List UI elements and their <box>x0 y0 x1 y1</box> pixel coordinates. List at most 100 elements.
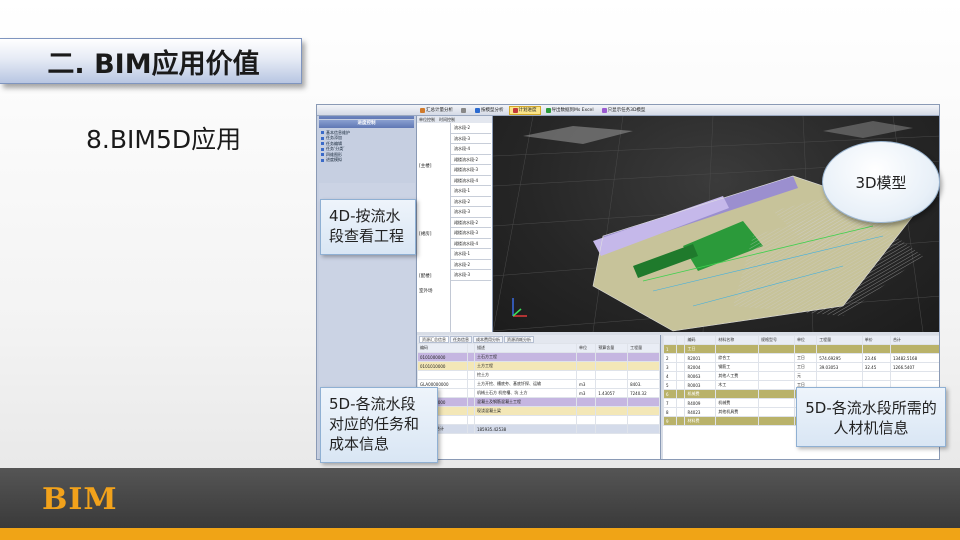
tree-row-flow-section[interactable]: 流水段-2 <box>451 260 491 270</box>
table-cell <box>675 398 686 408</box>
table-row[interactable]: GLA00000000 土方开挖、槽底夯、基底钎探、运输 m3 8403. <box>417 379 660 389</box>
table-cell: 现浇混凝土梁 <box>473 406 578 416</box>
column-header[interactable]: 单位 <box>793 335 818 345</box>
column-header[interactable]: 工程量 <box>816 335 863 345</box>
table-cell: 其他人工费 <box>715 371 759 381</box>
table-row[interactable]: 4 R0063 其他人工费 元 <box>663 371 939 381</box>
tab-task-info[interactable]: 任务信息 <box>450 336 472 343</box>
table-cell: R2001 <box>684 353 717 363</box>
callout-3d-model-text: 3D模型 <box>855 173 907 192</box>
resource-summary-panel: 资源汇总信息 任务信息 成本费用分析 资源消耗分析 编码 描述 单位 预算含量 工程量 … <box>417 335 661 459</box>
tree-row-flow-section[interactable]: 裙楼流水段-2 <box>451 218 491 228</box>
tree-row-flow-section[interactable]: 裙楼流水段-3 <box>451 165 491 176</box>
column-header[interactable]: 编码 <box>417 343 468 353</box>
column-header[interactable]: 单位 <box>575 343 597 353</box>
bim-logo: BIM <box>42 482 118 517</box>
table-cell: R4009 <box>684 398 717 408</box>
tree-row-flow-section[interactable]: 流水段-1 <box>451 249 491 260</box>
table-row[interactable]: 0101000000 土石方工程 <box>417 352 660 362</box>
column-header[interactable] <box>675 335 686 345</box>
column-header[interactable]: 规格型号 <box>758 335 795 345</box>
tree-body: 流水段-2 流水段-3 流水段-4 裙楼流水段-2 裙楼流水段-3 裙楼流水段-4 流水段-… <box>417 123 492 332</box>
table-row[interactable]: 0104000现浇混凝土梁 <box>417 406 660 416</box>
tree-row-flow-section[interactable]: 裙楼流水段-4 <box>451 239 491 249</box>
tree-row-flow-section[interactable]: 裙楼流水段-4 <box>451 176 491 186</box>
column-header[interactable]: 单价 <box>861 335 891 345</box>
table-row[interactable]: 0101010000 土方工程 <box>417 361 660 371</box>
table-row[interactable]: 任务原价合计185935.42538 <box>417 424 660 434</box>
table-cell <box>758 380 795 390</box>
toolbar-button[interactable] <box>458 106 470 115</box>
table-row[interactable] <box>417 415 660 425</box>
schedule-icon <box>512 107 518 113</box>
tab-cost-analysis[interactable]: 成本费用分析 <box>473 336 503 343</box>
tab-resource-consumption[interactable]: 资源消耗分析 <box>504 336 534 343</box>
table-row[interactable]: 3 R2004 钢筋工 工日 39.03053 32.45 1266.5407 <box>663 362 939 372</box>
table-cell: 7 <box>663 398 677 408</box>
tree-row-flow-section[interactable]: 流水段-1 <box>451 186 491 197</box>
table-cell: 综合工 <box>715 353 759 363</box>
tree-row-flow-section[interactable]: 流水段-4 <box>451 144 491 155</box>
column-header[interactable]: 描述 <box>473 343 578 353</box>
tree-row-flow-section[interactable]: 流水段-3 <box>451 207 491 218</box>
tab-time-control[interactable]: 时间控制 <box>439 117 455 123</box>
table-cell <box>758 344 795 354</box>
column-header[interactable]: 合计 <box>889 335 939 345</box>
tree-row-flow-section[interactable]: 流水段-3 <box>451 134 491 144</box>
table-cell <box>595 415 629 425</box>
table-cell: 机械费 <box>715 398 759 408</box>
callout-5d-task-cost: 5D-各流水段对应的任务和成本信息 <box>320 387 438 463</box>
table-row[interactable]: 2 R2001 综合工 工日 574.69295 23.46 13482.5168 <box>663 353 939 363</box>
tree-row-flow-section[interactable]: 流水段-3 <box>451 270 491 281</box>
resource-tabs: 资源汇总信息 任务信息 成本费用分析 资源消耗分析 <box>417 335 660 343</box>
table-cell <box>627 361 660 371</box>
table-cell: 4 <box>663 371 677 381</box>
table-cell <box>575 370 597 380</box>
flow-section-tree-panel: 单位控制 时间控制 流水段-2 流水段-3 流水段-4 裙楼流水段-2 裙楼流水段-3 裙… <box>417 116 493 332</box>
toolbar-button[interactable]: 汇总计量分析 <box>417 106 456 115</box>
task-icon <box>321 153 324 157</box>
table-cell: 土石方工程 <box>473 352 578 362</box>
table-cell: 574.69295 <box>816 353 863 363</box>
toolbar-button[interactable]: 只显示任务3D模型 <box>599 106 649 115</box>
axis-gizmo-icon <box>512 298 527 317</box>
toolbar-button[interactable]: 导出数据到Ms Excel <box>543 106 597 115</box>
tree-row-flow-section[interactable]: 流水段-2 <box>451 197 491 207</box>
tab-resource-summary[interactable]: 资源汇总信息 <box>419 336 449 343</box>
toolbar-button[interactable]: 按模型分析 <box>472 106 507 115</box>
column-header[interactable]: 材料名称 <box>715 335 759 345</box>
table-cell: 机械费 <box>684 389 717 399</box>
table-cell: R0003 <box>684 380 717 390</box>
toolbar-button[interactable]: 计划进度 <box>508 105 541 115</box>
table-row[interactable]: 挖土方 <box>417 370 660 380</box>
table-cell: 元 <box>793 371 818 381</box>
table-cell: 挖土方 <box>473 370 578 380</box>
tree-row-flow-section[interactable]: 裙楼流水段-2 <box>451 155 491 165</box>
table-row[interactable]: 1-19机械土石方 机挖槽、坑 土方m31.430577240.32 <box>417 388 660 398</box>
table-cell <box>627 424 660 434</box>
table-cell <box>627 397 660 407</box>
table-cell <box>758 416 795 426</box>
table-row[interactable]: 1 工日 <box>663 344 939 354</box>
column-header[interactable]: 编码 <box>684 335 717 345</box>
tree-row-flow-section[interactable]: 流水段-2 <box>451 123 491 134</box>
task-icon <box>321 147 324 151</box>
table-cell <box>758 398 795 408</box>
tree-row-flow-section[interactable]: 裙楼流水段-3 <box>451 228 491 239</box>
column-header[interactable] <box>466 343 475 353</box>
column-header[interactable]: 工程量 <box>627 343 660 353</box>
table-cell: 木工 <box>715 380 759 390</box>
callout-5d-labor-material-machine: 5D-各流水段所需的人材机信息 <box>796 387 946 447</box>
task-cost-table: 编码 描述 单位 预算含量 工程量 0101000000 土石方工程 0101010000 土… <box>417 343 660 434</box>
table-cell: 39.03053 <box>816 362 863 372</box>
tab-unit-control[interactable]: 单位控制 <box>419 117 435 123</box>
column-header[interactable] <box>663 335 677 345</box>
table-cell <box>575 424 597 434</box>
table-cell <box>627 406 660 416</box>
column-header[interactable]: 预算含量 <box>595 343 629 353</box>
table-cell: 1 <box>663 344 677 354</box>
nav-item[interactable]: 进度模拟 <box>321 157 412 164</box>
excel-icon <box>545 107 551 113</box>
nav-group-schedule-control[interactable]: 进度控制 <box>319 120 414 128</box>
table-row[interactable]: 0104000000混凝土及钢筋混凝土工程 <box>417 397 660 407</box>
